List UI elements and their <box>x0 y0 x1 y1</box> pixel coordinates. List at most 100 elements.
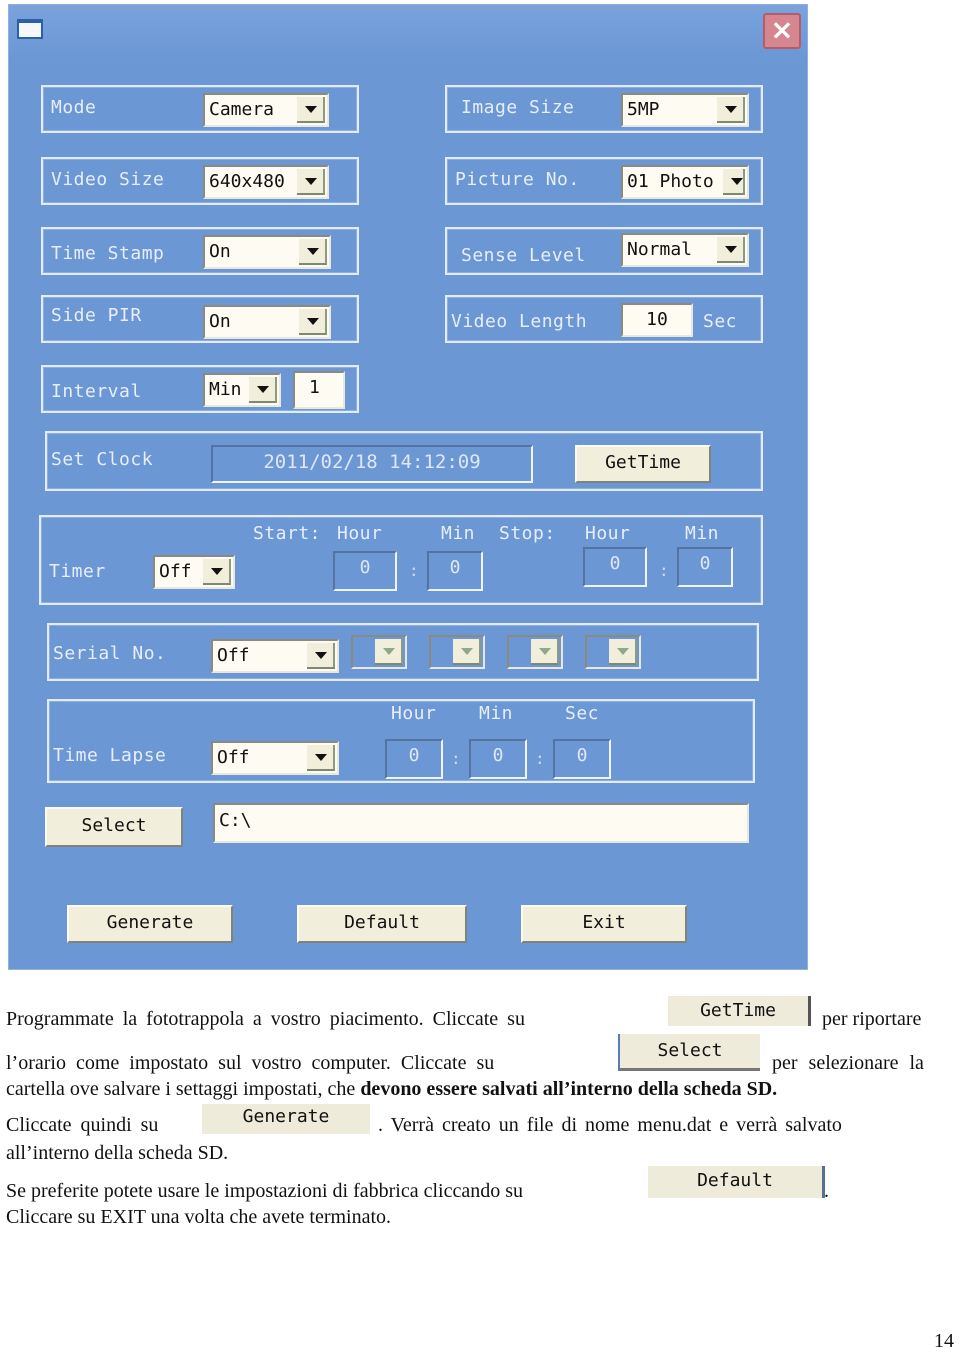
video-size-select[interactable]: 640x480 <box>203 165 329 199</box>
inline-default-button-image: Default <box>648 1166 825 1198</box>
chevron-down-icon[interactable] <box>297 97 325 123</box>
time-stamp-select[interactable]: On <box>203 235 331 269</box>
video-size-group: Video Size 640x480 <box>41 157 359 205</box>
time-lapse-group: Time Lapse Off Hour Min Sec 0 : 0 : 0 <box>47 699 755 783</box>
timer-stop-min-label: Min <box>685 523 720 544</box>
gettime-button[interactable]: GetTime <box>575 445 711 483</box>
serial-digit-3-select[interactable] <box>507 635 563 669</box>
timer-start-hour-label: Hour <box>337 523 383 544</box>
select-folder-button[interactable]: Select <box>45 807 183 847</box>
clock-display: 2011/02/18 14:12:09 <box>211 445 533 483</box>
picture-no-select[interactable]: 01 Photo <box>621 165 749 199</box>
serial-no-select[interactable]: Off <box>211 639 339 673</box>
timer-stop-min-input[interactable]: 0 <box>677 547 733 587</box>
timer-select[interactable]: Off <box>153 555 235 589</box>
chevron-down-icon[interactable] <box>307 745 335 771</box>
chevron-down-icon[interactable] <box>249 377 277 403</box>
video-length-label: Video Length <box>451 311 588 332</box>
doc-line-1: Programmate la fototrappola a vostro pia… <box>6 1008 525 1031</box>
interval-unit-value: Min <box>209 379 242 400</box>
time-lapse-label: Time Lapse <box>53 745 167 766</box>
timer-stop-hour-label: Hour <box>585 523 631 544</box>
default-button[interactable]: Default <box>297 905 467 943</box>
doc-line-5: all’interno della scheda SD. <box>6 1142 229 1164</box>
chevron-down-icon <box>531 639 559 665</box>
set-clock-label: Set Clock <box>51 449 154 470</box>
chevron-down-icon[interactable] <box>723 169 745 195</box>
time-lapse-separator-2: : <box>535 749 545 768</box>
image-size-group: Image Size 5MP <box>445 85 763 133</box>
video-length-unit: Sec <box>703 311 738 332</box>
close-button[interactable]: × <box>763 13 801 49</box>
chevron-down-icon[interactable] <box>307 643 335 669</box>
exit-button[interactable]: Exit <box>521 905 687 943</box>
doc-line-7: Cliccare su EXIT una volta che avete ter… <box>6 1206 392 1228</box>
doc-text: cartella ove salvare i settaggi impostat… <box>6 1078 361 1100</box>
chevron-down-icon[interactable] <box>297 169 325 195</box>
mode-select[interactable]: Camera <box>203 93 329 127</box>
serial-digit-2-select[interactable] <box>429 635 485 669</box>
set-clock-group: Set Clock 2011/02/18 14:12:09 GetTime <box>45 431 763 491</box>
serial-digit-1-select[interactable] <box>351 635 407 669</box>
side-pir-label: Side PIR <box>51 305 142 326</box>
timer-start-separator: : <box>409 561 419 580</box>
interval-input[interactable]: 1 <box>293 371 345 409</box>
side-pir-group: Side PIR On <box>41 295 359 343</box>
time-lapse-separator-1: : <box>451 749 461 768</box>
doc-line-3: cartella ove salvare i settaggi impostat… <box>6 1078 777 1101</box>
chevron-down-icon[interactable] <box>299 239 327 265</box>
sense-level-label: Sense Level <box>461 245 586 266</box>
inline-select-button-image: Select <box>618 1034 760 1071</box>
doc-line-2: l’orario come impostato sul vostro compu… <box>6 1052 495 1074</box>
timer-stop-label: Stop: <box>499 523 556 544</box>
time-lapse-hour-label: Hour <box>391 703 437 724</box>
timer-start-min-label: Min <box>441 523 476 544</box>
chevron-down-icon[interactable] <box>717 237 745 263</box>
mode-group: Mode Camera <box>41 85 359 133</box>
time-lapse-min-label: Min <box>479 703 514 724</box>
picture-no-value: 01 Photo <box>627 171 714 192</box>
doc-bold-text: devono essere salvati all’interno della … <box>360 1078 778 1100</box>
timer-stop-hour-input[interactable]: 0 <box>583 547 647 587</box>
interval-unit-select[interactable]: Min <box>203 373 281 407</box>
title-bar[interactable]: × <box>9 5 807 59</box>
mode-value: Camera <box>209 99 275 120</box>
doc-line-4-end: . Verrà creato un file di nome menu.dat … <box>378 1114 842 1136</box>
generate-button[interactable]: Generate <box>67 905 233 943</box>
serial-no-group: Serial No. Off <box>47 623 759 681</box>
side-pir-select[interactable]: On <box>203 305 331 339</box>
serial-no-value: Off <box>217 645 250 666</box>
sense-level-group: Sense Level Normal <box>445 227 763 275</box>
sense-level-select[interactable]: Normal <box>621 233 749 267</box>
path-input[interactable]: C:\ <box>213 803 749 843</box>
serial-no-label: Serial No. <box>53 643 167 664</box>
picture-no-label: Picture No. <box>455 169 580 190</box>
time-lapse-min-input[interactable]: 0 <box>469 739 527 779</box>
close-x-icon: × <box>770 13 794 46</box>
time-stamp-value: On <box>209 241 231 262</box>
time-lapse-hour-input[interactable]: 0 <box>385 739 443 779</box>
picture-no-group: Picture No. 01 Photo <box>445 157 763 205</box>
time-lapse-sec-input[interactable]: 0 <box>553 739 611 779</box>
chevron-down-icon <box>609 639 637 665</box>
timer-stop-separator: : <box>659 561 669 580</box>
interval-group: Interval Min 1 <box>41 365 359 413</box>
chevron-down-icon[interactable] <box>717 97 745 123</box>
doc-line-6-end: . <box>824 1180 829 1202</box>
time-stamp-label: Time Stamp <box>51 243 165 264</box>
doc-line-6: Se preferite potete usare le impostazion… <box>6 1180 524 1202</box>
serial-digit-4-select[interactable] <box>585 635 641 669</box>
timer-start-min-input[interactable]: 0 <box>427 551 483 591</box>
chevron-down-icon[interactable] <box>203 559 231 585</box>
chevron-down-icon[interactable] <box>299 309 327 335</box>
time-lapse-select[interactable]: Off <box>211 741 339 775</box>
video-length-input[interactable]: 10 <box>621 303 693 337</box>
settings-window: × Mode Camera Image Size 5MP Video Size … <box>8 4 808 970</box>
inline-generate-button-image: Generate <box>202 1104 370 1134</box>
timer-start-hour-input[interactable]: 0 <box>333 551 397 591</box>
image-size-value: 5MP <box>627 99 660 120</box>
page-number: 14 <box>934 1330 954 1352</box>
sense-level-value: Normal <box>627 239 693 260</box>
image-size-select[interactable]: 5MP <box>621 93 749 127</box>
timer-group: Timer Off Start: Hour Min Stop: Hour Min… <box>39 515 763 605</box>
